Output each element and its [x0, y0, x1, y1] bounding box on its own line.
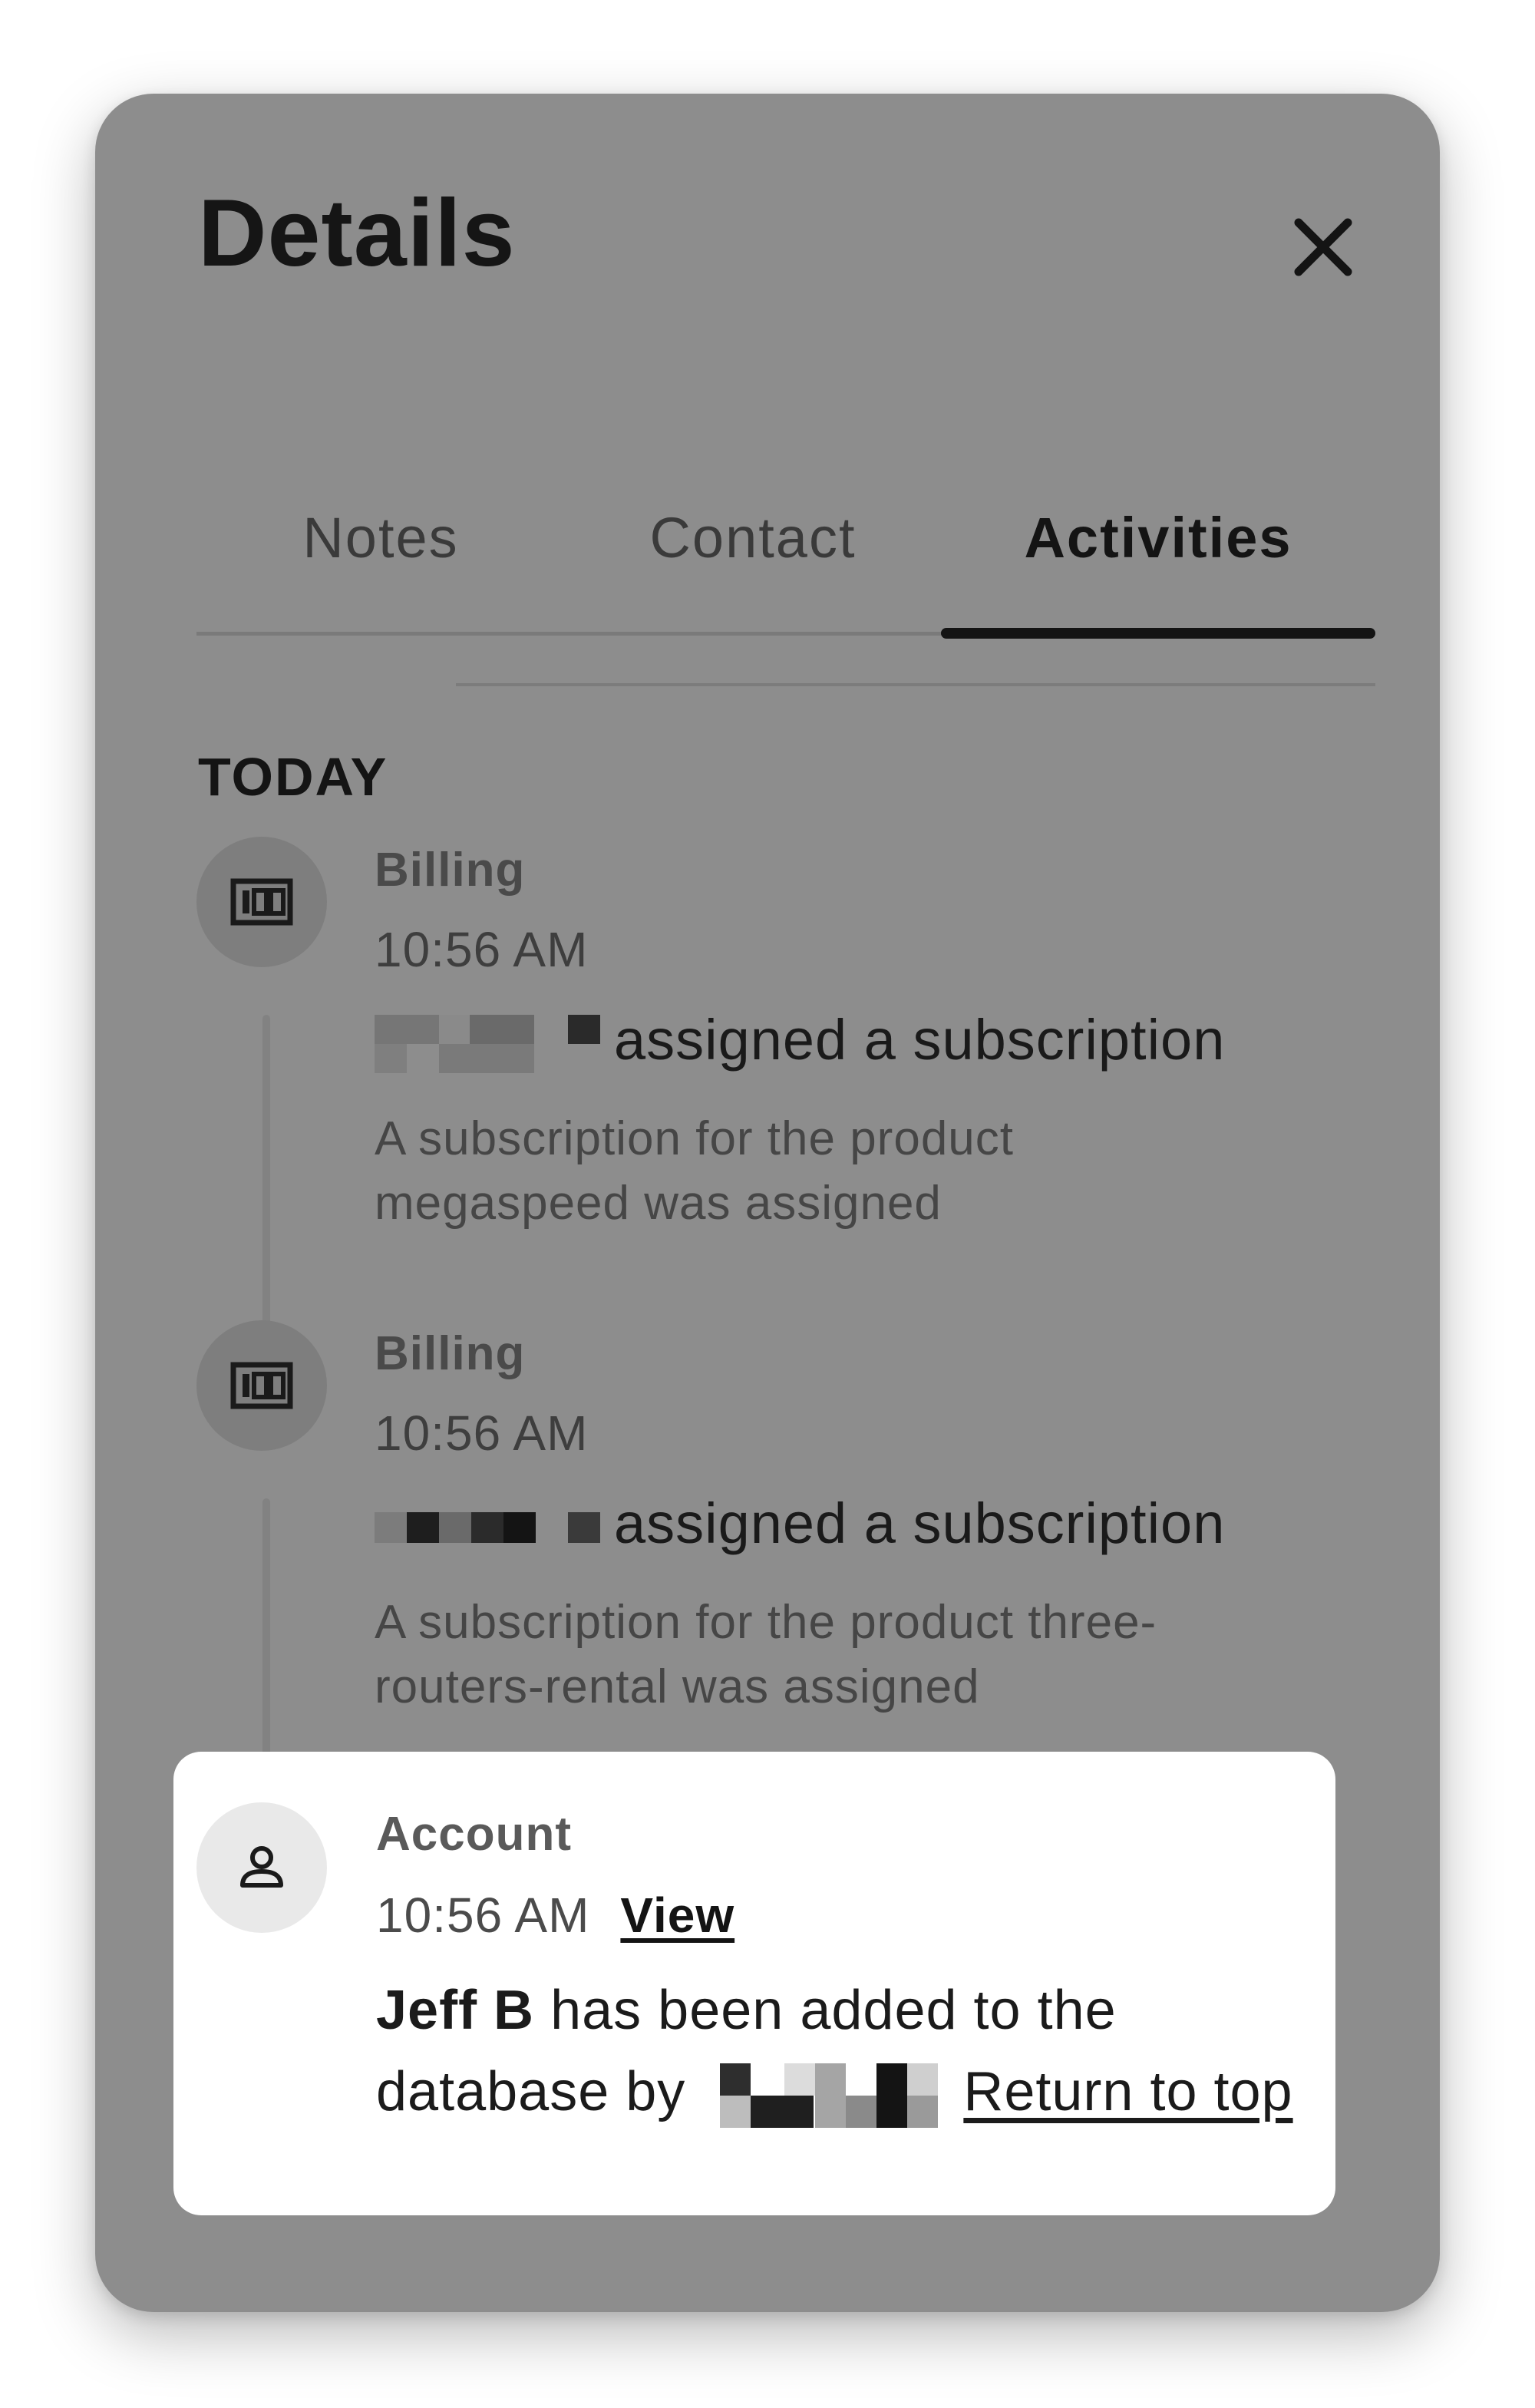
activity-description: A subscription for the product three-rou… [375, 1596, 1157, 1713]
activity-avatar [196, 1802, 327, 1933]
activity-title: Jeff B has been added to the database by… [376, 1970, 1320, 2132]
billing-icon [230, 1362, 293, 1409]
activity-description: A subscription for the product megaspeed… [375, 1112, 1015, 1230]
activity-title-text: assigned a subscription [614, 1491, 1226, 1555]
activity-title: assigned a subscription [375, 1491, 1225, 1558]
return-to-top-link[interactable]: Return to top [963, 2061, 1292, 2122]
activity-category: Account [376, 1808, 572, 1861]
activity-category: Billing [375, 844, 526, 897]
activity-item: Billing 10:56 AM assigned a subscription… [196, 1320, 1378, 1796]
activity-time-text: 10:56 AM [376, 1888, 590, 1943]
tab-contact[interactable]: Contact [565, 493, 941, 636]
view-link[interactable]: View [620, 1888, 734, 1943]
activity-avatar [196, 1320, 327, 1451]
tab-notes[interactable]: Notes [196, 493, 565, 636]
activity-time: 10:56 AM [375, 1405, 589, 1461]
activity-time: 10:56 AM View [376, 1887, 734, 1944]
redacted-name [720, 2063, 939, 2128]
active-tab-indicator [941, 628, 1375, 639]
activity-title: assigned a subscription [375, 1007, 1225, 1075]
section-label-today: TODAY [198, 747, 388, 807]
billing-icon [230, 878, 293, 926]
redacted-name [375, 1497, 605, 1558]
redacted-name [375, 1013, 605, 1075]
activity-time: 10:56 AM [375, 922, 589, 977]
section-divider [456, 683, 1375, 686]
activity-title-text: assigned a subscription [614, 1008, 1226, 1072]
close-button[interactable] [1269, 193, 1377, 301]
user-icon [240, 1846, 283, 1888]
highlighted-activity-card: Account 10:56 AM View Jeff B has been add… [173, 1752, 1335, 2215]
tab-bar: Notes Contact Activities [196, 493, 1375, 639]
close-icon [1294, 218, 1352, 276]
details-panel: Details Notes Contact Activities TODAY B… [95, 94, 1440, 2312]
panel-title: Details [198, 180, 516, 286]
activity-user-name: Jeff B [376, 1980, 535, 2041]
activity-category: Billing [375, 1327, 526, 1380]
tab-activities[interactable]: Activities [941, 493, 1375, 636]
activity-avatar [196, 837, 327, 967]
activity-item: Billing 10:56 AM assigned a subscription… [196, 837, 1378, 1313]
